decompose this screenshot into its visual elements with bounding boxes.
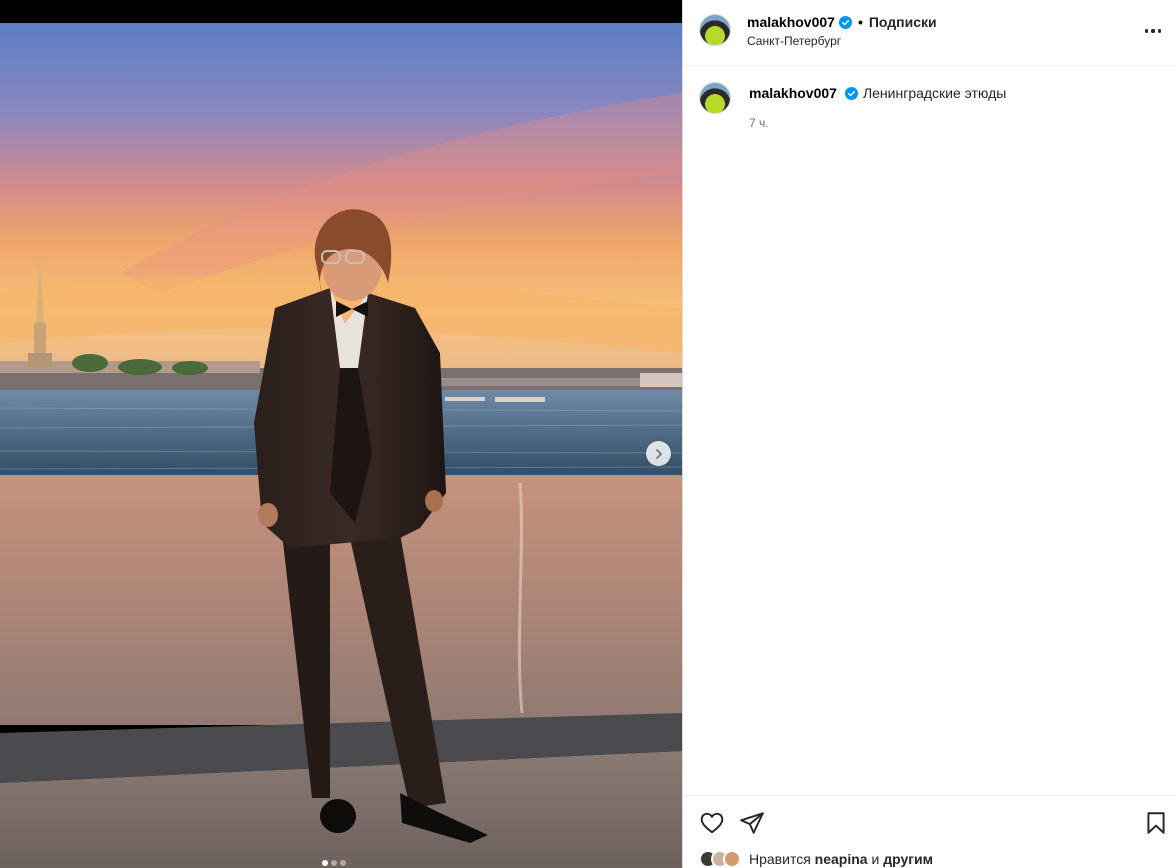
paper-plane-icon[interactable] xyxy=(739,810,765,836)
carousel-dot xyxy=(322,860,328,866)
liker-username[interactable]: neapina xyxy=(815,851,868,867)
chevron-right-icon xyxy=(655,448,662,459)
post-photo[interactable] xyxy=(0,23,682,868)
liker-avatar xyxy=(723,850,741,868)
author-avatar[interactable] xyxy=(699,14,731,46)
bookmark-icon[interactable] xyxy=(1143,810,1169,836)
heart-icon[interactable] xyxy=(699,810,725,836)
verified-badge-icon xyxy=(838,15,852,29)
carousel-next-button[interactable] xyxy=(646,441,671,466)
likes-others[interactable]: другим xyxy=(883,851,933,867)
author-username[interactable]: malakhov007 xyxy=(749,85,837,101)
post-caption: Ленинградские этюды xyxy=(862,85,1007,101)
author-username[interactable]: malakhov007 xyxy=(747,14,835,30)
likes-summary: Нравится neapina и другим xyxy=(699,850,933,868)
carousel-dot xyxy=(340,860,346,866)
post-media xyxy=(0,0,682,868)
likes-text[interactable]: Нравится neapina и другим xyxy=(749,851,933,867)
action-bar xyxy=(683,795,1176,850)
post-header: malakhov007 • Подписки Санкт-Петербург xyxy=(683,0,1176,66)
following-button[interactable]: Подписки xyxy=(869,14,937,30)
carousel-dot xyxy=(331,860,337,866)
caption-line: malakhov007 Ленинградские этюды xyxy=(749,85,1006,101)
post-details-panel: malakhov007 • Подписки Санкт-Петербург m… xyxy=(682,0,1176,868)
separator-dot: • xyxy=(857,14,863,30)
author-avatar[interactable] xyxy=(699,82,731,114)
author-line: malakhov007 • Подписки xyxy=(747,14,937,30)
likes-prefix: Нравится xyxy=(749,851,811,867)
verified-badge-icon xyxy=(844,86,858,100)
carousel-indicator xyxy=(322,860,346,866)
post-timestamp[interactable]: 7 ч. xyxy=(749,116,769,130)
more-options-icon[interactable] xyxy=(1144,22,1162,40)
likes-conjunction: и xyxy=(871,851,880,867)
post-location[interactable]: Санкт-Петербург xyxy=(747,34,841,48)
